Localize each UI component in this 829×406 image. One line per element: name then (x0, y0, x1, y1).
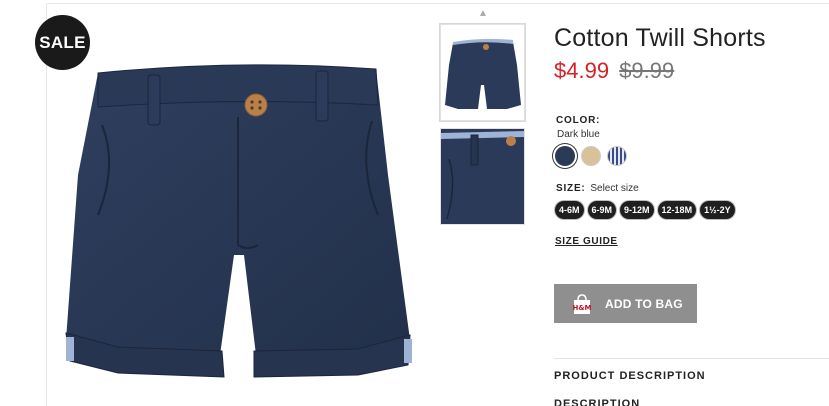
main-product-image[interactable] (58, 55, 418, 395)
sale-price: $4.99 (554, 58, 610, 83)
size-option-4-6m[interactable]: 4-6M (555, 201, 584, 219)
thumbnail-front[interactable] (440, 24, 525, 121)
color-label: COLOR: (556, 115, 601, 126)
swatch-navy[interactable] (555, 146, 575, 166)
color-swatches (555, 146, 627, 166)
color-value: Dark blue (557, 129, 600, 140)
size-label: SIZE: Select size (556, 183, 639, 194)
add-to-bag-label: ADD TO BAG (605, 296, 683, 311)
size-options: 4-6M 6-9M 9-12M 12-18M 1½-2Y (555, 201, 735, 219)
size-option-6-9m[interactable]: 6-9M (587, 201, 617, 219)
size-label-text: SIZE: (556, 183, 586, 194)
swatch-blue-check[interactable] (607, 146, 627, 166)
product-description-heading[interactable]: PRODUCT DESCRIPTION (554, 370, 706, 382)
add-to-bag-button[interactable]: H&M ADD TO BAG (554, 284, 697, 323)
size-option-1-5-2y[interactable]: 1½-2Y (700, 201, 735, 219)
size-guide-link[interactable]: SIZE GUIDE (555, 236, 618, 247)
swatch-beige[interactable] (581, 146, 601, 166)
svg-text:H&M: H&M (573, 304, 592, 312)
sale-badge: SALE (35, 15, 90, 70)
description-heading[interactable]: DESCRIPTION (554, 398, 640, 406)
product-title: Cotton Twill Shorts (554, 24, 766, 52)
size-option-12-18m[interactable]: 12-18M (657, 201, 697, 219)
shopping-bag-icon: H&M (573, 293, 592, 314)
top-divider (46, 3, 829, 4)
size-option-9-12m[interactable]: 9-12M (620, 201, 654, 219)
thumbnails-scroll-up-icon[interactable]: ▲ (477, 8, 489, 19)
original-price: $9.99 (619, 58, 675, 83)
thumbnail-detail[interactable] (440, 128, 525, 225)
size-hint: Select size (590, 183, 639, 194)
price-row: $4.99 $9.99 (554, 58, 674, 84)
section-divider (554, 358, 829, 359)
